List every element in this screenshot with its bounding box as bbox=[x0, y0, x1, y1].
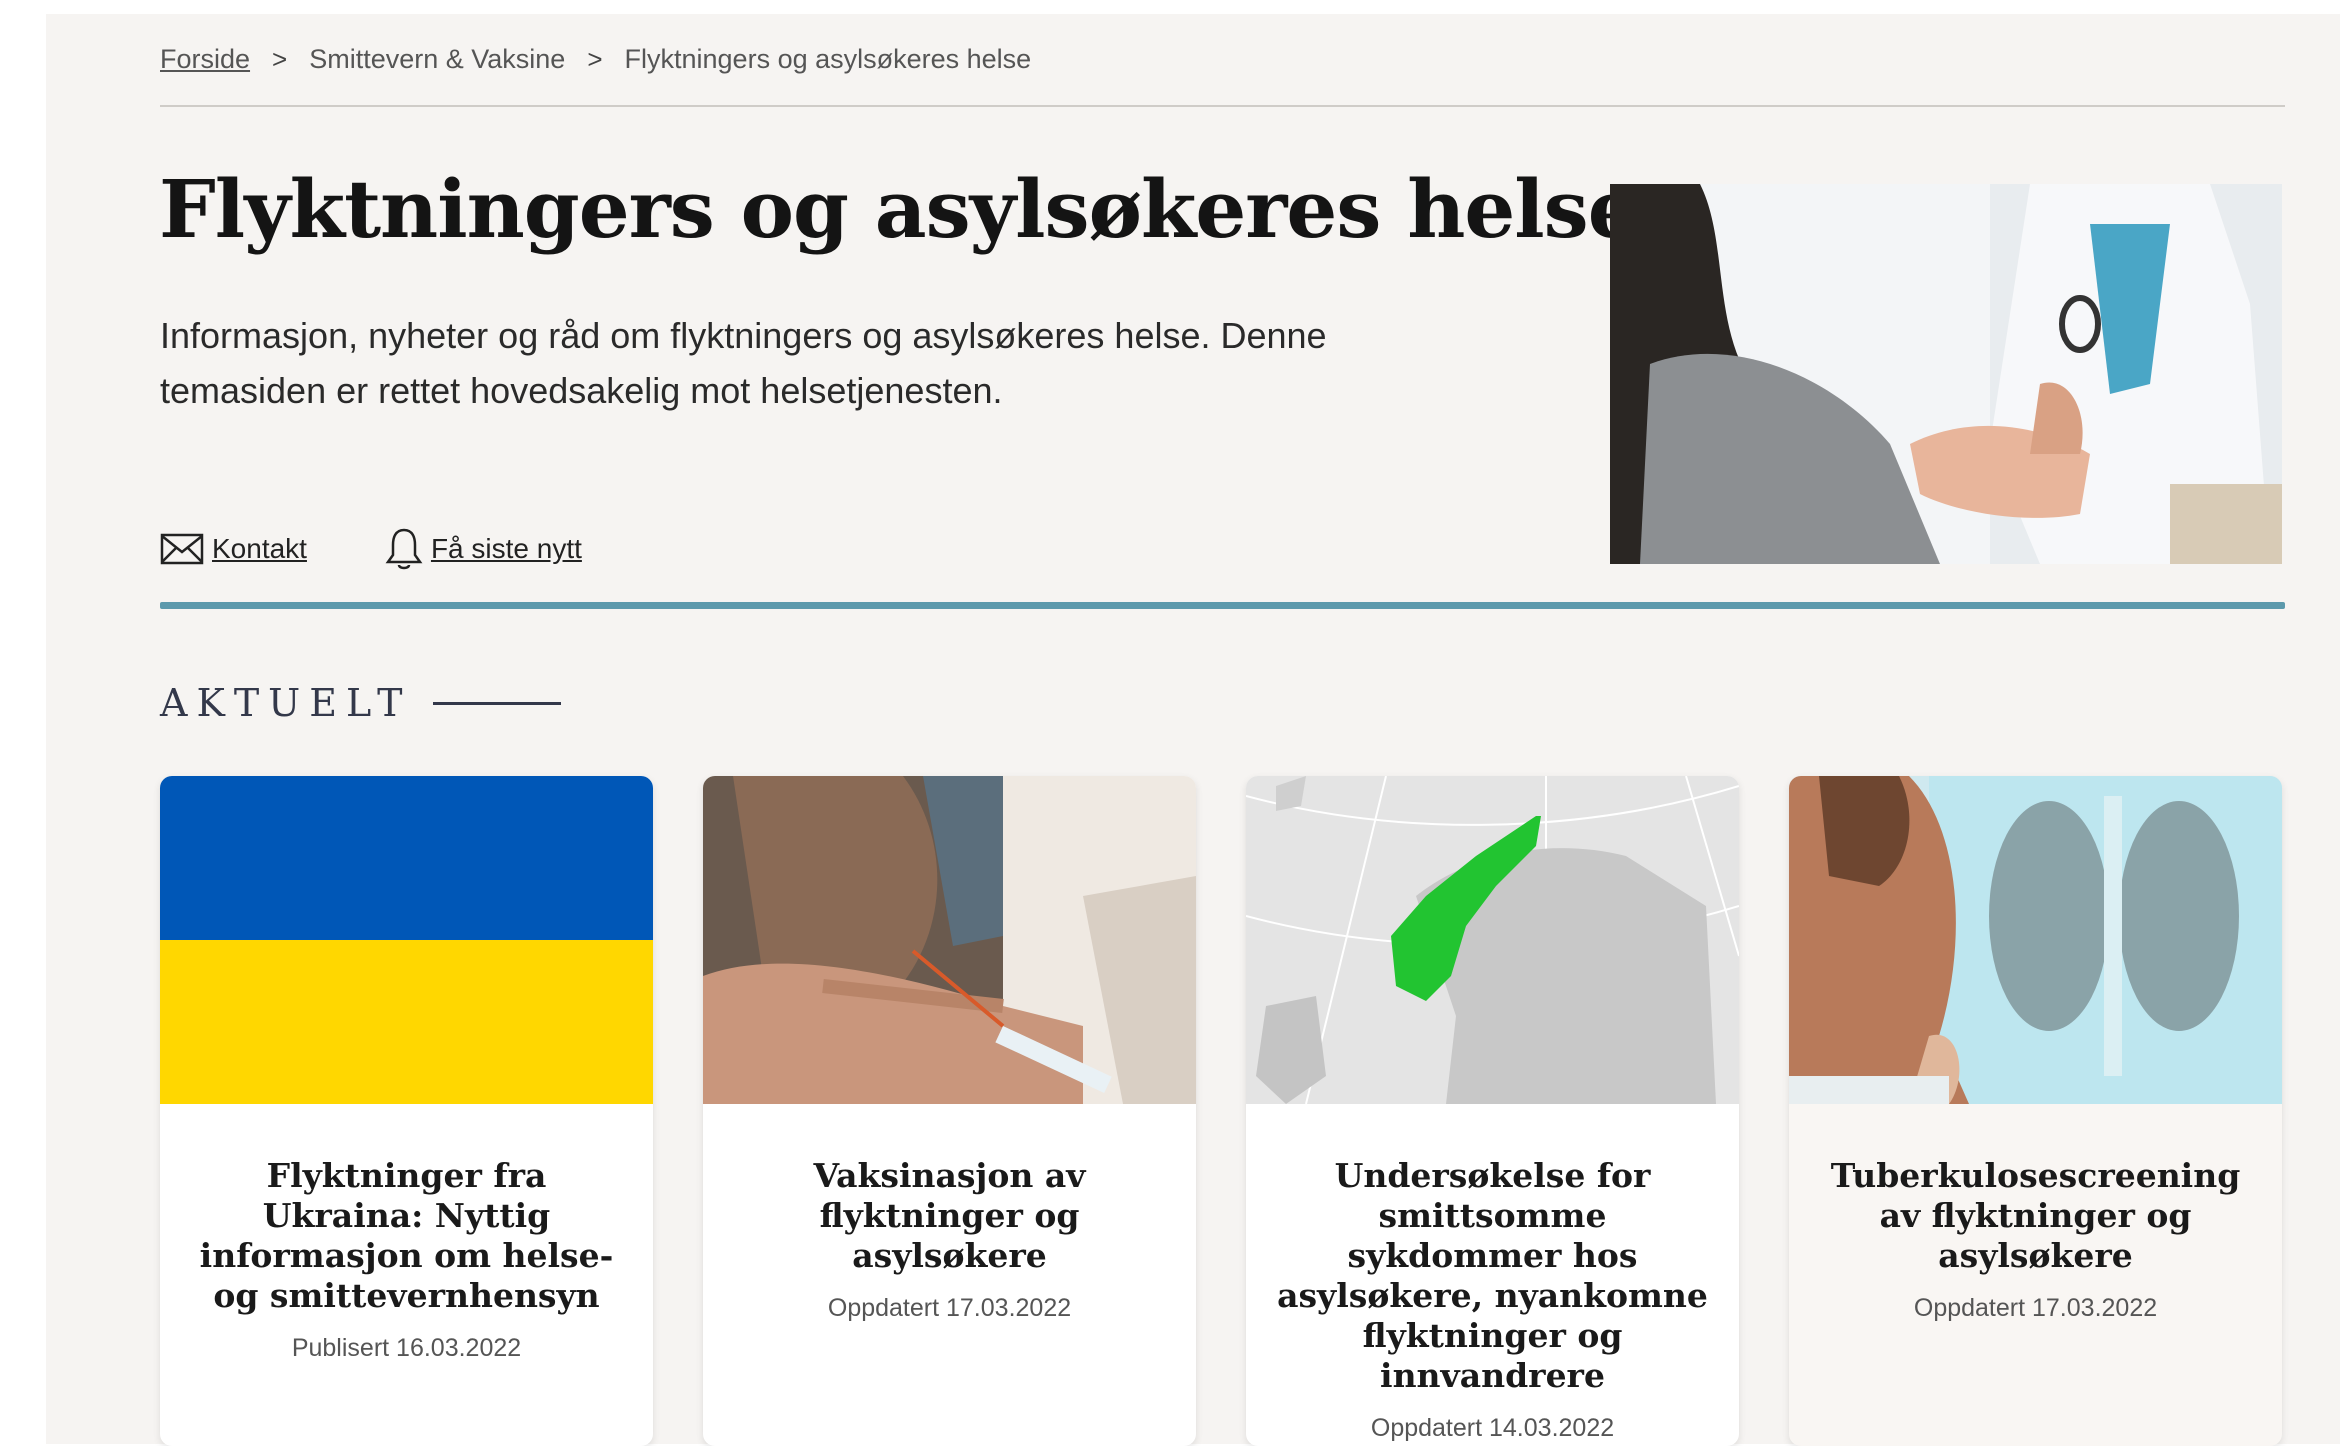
contact-link[interactable]: Kontakt bbox=[160, 533, 307, 565]
card-date: Oppdatert 17.03.2022 bbox=[827, 1294, 1072, 1322]
section-heading: AKTUELT bbox=[160, 681, 562, 725]
breadcrumb-section[interactable]: Smittevern & Vaksine bbox=[309, 44, 565, 75]
news-card[interactable]: Flyktninger fra Ukraina: Nyttig informas… bbox=[160, 776, 653, 1446]
news-card[interactable]: Vaksinasjon av flyktninger og asylsøkere… bbox=[703, 776, 1196, 1446]
vaccination-image bbox=[703, 776, 1196, 1104]
bell-icon bbox=[385, 528, 423, 570]
hero-divider bbox=[160, 602, 2285, 609]
ukraine-flag-image bbox=[160, 776, 653, 1104]
xray-image bbox=[1789, 776, 2282, 1104]
breadcrumb-divider bbox=[160, 105, 2285, 107]
subscribe-link[interactable]: Få siste nytt bbox=[385, 527, 582, 571]
page-title: Flyktningers og asylsøkeres helse bbox=[159, 162, 1639, 256]
section-title: AKTUELT bbox=[160, 681, 412, 725]
hero-image bbox=[1610, 184, 2282, 564]
page-actions: Kontakt Få siste nytt bbox=[160, 527, 582, 571]
card-title: Vaksinasjon av flyktninger og asylsøkere bbox=[813, 1156, 1086, 1275]
breadcrumb-current: Flyktningers og asylsøkeres helse bbox=[624, 44, 1032, 74]
card-date: Oppdatert 14.03.2022 bbox=[1370, 1414, 1615, 1442]
breadcrumb: Forside > Smittevern & Vaksine > Flyktni… bbox=[160, 44, 1031, 75]
contact-label: Kontakt bbox=[212, 533, 307, 564]
section-heading-line bbox=[433, 701, 562, 705]
breadcrumb-chevron-icon: > bbox=[587, 44, 603, 74]
norway-map-image bbox=[1246, 776, 1739, 1104]
breadcrumb-home-link[interactable]: Forside bbox=[160, 44, 250, 75]
page-container: Forside > Smittevern & Vaksine > Flyktni… bbox=[46, 14, 2340, 1446]
news-card[interactable]: Undersøkelse for smittsomme sykdommer ho… bbox=[1246, 776, 1739, 1446]
card-title: Tuberkulosescreening av flyktninger og a… bbox=[1830, 1156, 2241, 1275]
news-cards: Flyktninger fra Ukraina: Nyttig informas… bbox=[160, 776, 2282, 1446]
card-date: Oppdatert 17.03.2022 bbox=[1913, 1294, 2158, 1322]
card-title: Flyktninger fra Ukraina: Nyttig informas… bbox=[199, 1156, 614, 1315]
card-date: Publisert 16.03.2022 bbox=[291, 1334, 522, 1362]
envelope-icon bbox=[160, 533, 204, 565]
card-title: Undersøkelse for smittsomme sykdommer ho… bbox=[1277, 1156, 1708, 1395]
subscribe-label: Få siste nytt bbox=[430, 533, 582, 564]
page-description: Informasjon, nyheter og råd om flyktning… bbox=[160, 315, 1327, 411]
breadcrumb-chevron-icon: > bbox=[272, 44, 288, 74]
news-card[interactable]: Tuberkulosescreening av flyktninger og a… bbox=[1789, 776, 2282, 1446]
